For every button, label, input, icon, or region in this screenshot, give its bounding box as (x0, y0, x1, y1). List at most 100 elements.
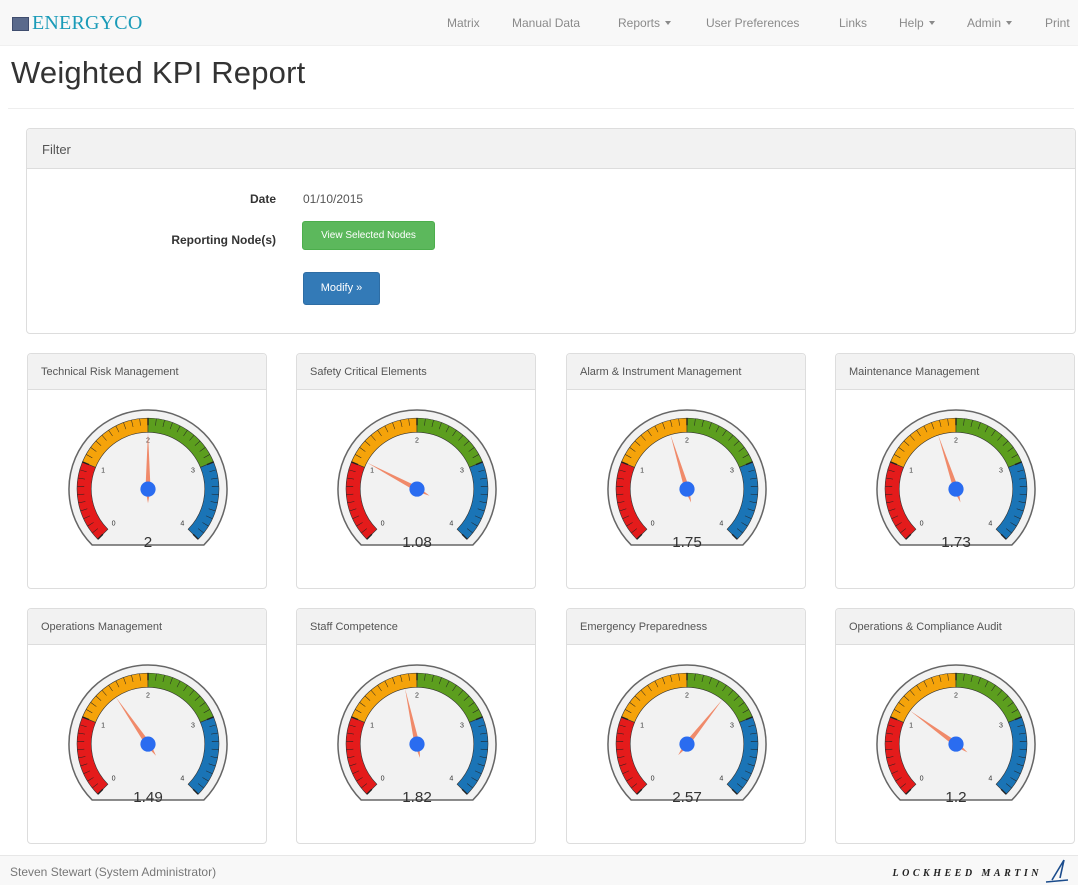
gauge-tick-label: 4 (719, 519, 723, 527)
kpi-title: Staff Competence (297, 609, 535, 645)
gauge-tick-label: 4 (449, 519, 453, 527)
nav-links[interactable]: Links (839, 16, 867, 30)
kpi-panel: Operations & Compliance Audit 0 1 2 3 4 1.2 (835, 608, 1075, 844)
kpi-value: 1.08 (402, 534, 432, 551)
gauge-tick-label: 1 (101, 721, 105, 729)
gauge-tick-label: 2 (685, 436, 689, 444)
kpi-panel: Alarm & Instrument Management 0 1 2 3 4 1.75 (566, 353, 806, 589)
gauge-hub (409, 736, 425, 752)
gauge-tick-label: 2 (146, 691, 150, 699)
view-selected-nodes-button[interactable]: View Selected Nodes (302, 221, 435, 250)
nav-print[interactable]: Print (1045, 16, 1070, 30)
footer: Steven Stewart (System Administrator) LO… (0, 855, 1078, 885)
kpi-gauge: 0 1 2 3 4 2.57 (607, 664, 767, 806)
gauge-tick-label: 4 (449, 774, 453, 782)
kpi-value: 1.49 (133, 789, 163, 806)
kpi-panel: Maintenance Management 0 1 2 3 4 1.73 (835, 353, 1075, 589)
gauge-tick-label: 0 (381, 519, 385, 527)
kpi-value: 1.2 (945, 789, 966, 806)
gauge-tick-label: 3 (730, 466, 734, 474)
gauge-hub (140, 481, 156, 497)
reporting-nodes-label: Reporting Node(s) (171, 233, 276, 247)
gauge-tick-label: 1 (640, 721, 644, 729)
gauge-tick-label: 1 (101, 466, 105, 474)
kpi-title: Technical Risk Management (28, 354, 266, 390)
caret-down-icon (665, 21, 672, 25)
gauge-tick-label: 1 (909, 466, 913, 474)
gauge-hub (679, 481, 695, 497)
modify-button[interactable]: Modify » (303, 272, 380, 305)
current-user: Steven Stewart (System Administrator) (10, 865, 217, 879)
gauge-tick-label: 1 (370, 466, 374, 474)
nav-manual-data[interactable]: Manual Data (512, 16, 580, 30)
gauge-tick-label: 2 (954, 436, 958, 444)
gauge-hub (948, 481, 964, 497)
gauge-tick-label: 4 (180, 519, 184, 527)
nav-admin[interactable]: Admin (967, 16, 1013, 30)
kpi-gauge: 0 1 2 3 4 1.2 (876, 664, 1036, 806)
kpi-panel: Staff Competence 0 1 2 3 4 1.82 (296, 608, 536, 844)
gauge-tick-label: 4 (988, 774, 992, 782)
kpi-value: 1.82 (402, 789, 432, 806)
kpi-gauge: 0 1 2 3 4 1.75 (607, 409, 767, 551)
title-divider (8, 108, 1074, 109)
gauge-tick-label: 0 (651, 519, 655, 527)
gauge-tick-label: 3 (730, 721, 734, 729)
gauge-tick-label: 3 (460, 466, 464, 474)
page-title: Weighted KPI Report (11, 55, 306, 90)
gauge-tick-label: 0 (112, 519, 116, 527)
star-logo-icon (1045, 859, 1069, 883)
gauge-tick-label: 2 (415, 436, 419, 444)
kpi-panel: Operations Management 0 1 2 3 4 1.49 (27, 608, 267, 844)
filter-panel-heading: Filter (27, 129, 1075, 169)
gauge-tick-label: 0 (381, 774, 385, 782)
gauge-hub (948, 736, 964, 752)
gauge-hub (409, 481, 425, 497)
kpi-gauge: 0 1 2 3 4 1.82 (337, 664, 497, 806)
gauge-tick-label: 2 (415, 691, 419, 699)
gauge-tick-label: 3 (999, 721, 1003, 729)
gauge-tick-label: 4 (180, 774, 184, 782)
caret-down-icon (1006, 21, 1013, 25)
date-value: 01/10/2015 (303, 192, 364, 206)
kpi-value: 2.57 (672, 789, 702, 806)
gauge-tick-label: 2 (954, 691, 958, 699)
gauge-tick-label: 2 (685, 691, 689, 699)
gauge-hub (679, 736, 695, 752)
gauge-tick-label: 1 (370, 721, 374, 729)
nav-matrix[interactable]: Matrix (447, 16, 480, 30)
gauge-tick-label: 0 (920, 774, 924, 782)
main-nav: Matrix Manual Data Reports User Preferen… (0, 16, 1078, 32)
kpi-value: 1.75 (672, 534, 702, 551)
gauge-tick-label: 1 (640, 466, 644, 474)
gauge-tick-label: 4 (719, 774, 723, 782)
kpi-title: Maintenance Management (836, 354, 1074, 390)
gauge-tick-label: 0 (651, 774, 655, 782)
gauge-tick-label: 3 (999, 466, 1003, 474)
kpi-panel: Technical Risk Management012342 (27, 353, 267, 589)
filter-panel: Filter Date 01/10/2015 Reporting Node(s)… (26, 128, 1076, 334)
kpi-title: Alarm & Instrument Management (567, 354, 805, 390)
kpi-gauge: 0 1 2 3 4 1.73 (876, 409, 1036, 551)
gauge-tick-label: 0 (920, 519, 924, 527)
kpi-gauge: 0 1 2 3 4 1.08 (337, 409, 497, 551)
nav-reports[interactable]: Reports (618, 16, 672, 30)
kpi-title: Operations Management (28, 609, 266, 645)
kpi-panel: Safety Critical Elements 0 1 2 3 4 1.08 (296, 353, 536, 589)
kpi-title: Emergency Preparedness (567, 609, 805, 645)
kpi-gauge: 012342 (68, 409, 228, 551)
kpi-title: Safety Critical Elements (297, 354, 535, 390)
kpi-gauge: 0 1 2 3 4 1.49 (68, 664, 228, 806)
gauge-tick-label: 0 (112, 774, 116, 782)
gauge-tick-label: 3 (191, 466, 195, 474)
kpi-value: 2 (144, 534, 152, 551)
nav-help[interactable]: Help (899, 16, 935, 30)
gauge-hub (140, 736, 156, 752)
navbar: ENERGYCO Matrix Manual Data Reports User… (0, 0, 1078, 46)
gauge-tick-label: 3 (460, 721, 464, 729)
caret-down-icon (928, 21, 935, 25)
kpi-title: Operations & Compliance Audit (836, 609, 1074, 645)
gauge-tick-label: 3 (191, 721, 195, 729)
nav-user-preferences[interactable]: User Preferences (706, 16, 799, 30)
gauge-tick-label: 1 (909, 721, 913, 729)
